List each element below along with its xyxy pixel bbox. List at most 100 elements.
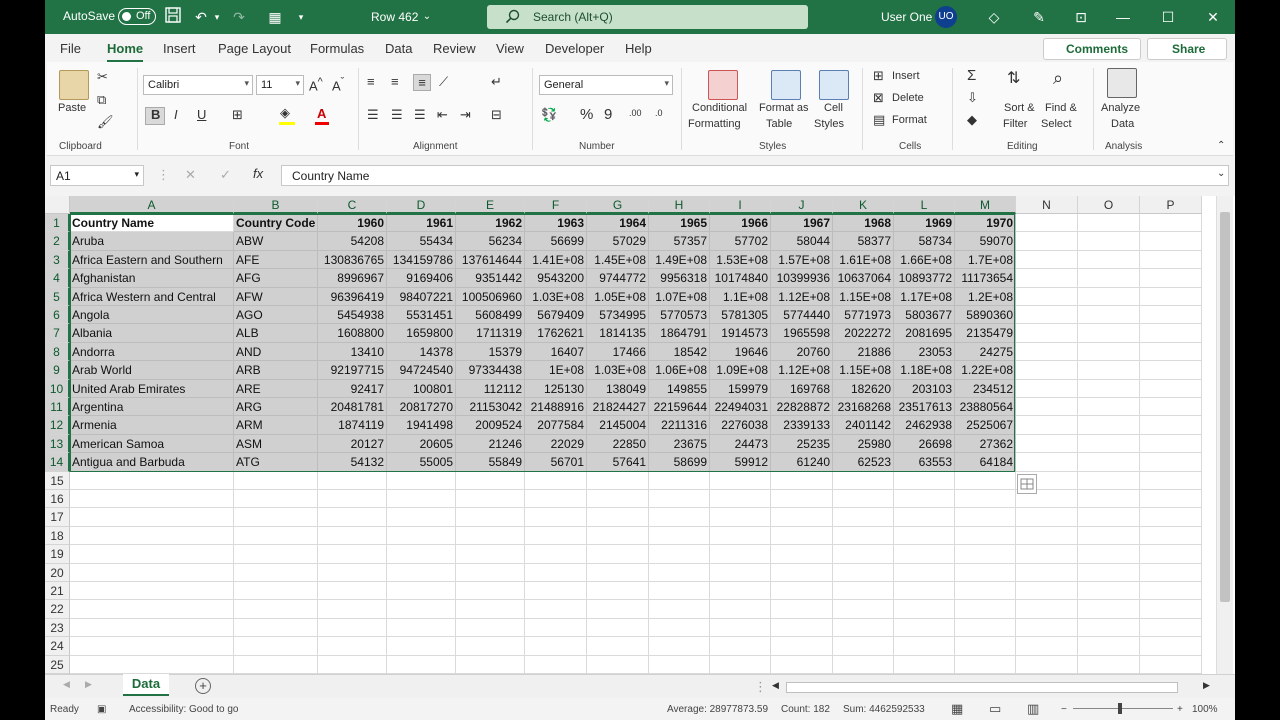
empty-cell[interactable] xyxy=(771,618,833,638)
row-header[interactable]: 18 xyxy=(45,526,70,546)
empty-cell[interactable] xyxy=(771,545,833,564)
status-average[interactable]: Average: 28977873.59 xyxy=(667,704,768,715)
table-cell[interactable]: 55849 xyxy=(456,453,525,472)
zoom-level[interactable]: 100% xyxy=(1192,704,1218,715)
table-cell[interactable]: 56699 xyxy=(525,232,587,251)
table-cell[interactable]: 2339133 xyxy=(771,416,833,435)
accessibility-status[interactable]: Accessibility: Good to go xyxy=(129,704,239,715)
table-cell[interactable]: 1E+08 xyxy=(525,361,587,380)
table-cell[interactable]: 22159644 xyxy=(649,398,710,417)
avatar[interactable]: UO xyxy=(935,6,957,28)
empty-cell[interactable] xyxy=(833,526,894,546)
row-header[interactable]: 6 xyxy=(45,306,70,325)
empty-cell[interactable] xyxy=(771,563,833,582)
table-cell[interactable]: 55434 xyxy=(387,232,456,251)
table-cell[interactable]: 97334438 xyxy=(456,361,525,380)
search-box[interactable]: Search (Alt+Q) xyxy=(487,5,808,29)
column-header-o[interactable]: O xyxy=(1078,196,1140,214)
align-center-icon[interactable]: ☰ xyxy=(391,107,403,123)
empty-cell[interactable] xyxy=(587,490,649,509)
table-cell[interactable]: 2211316 xyxy=(649,416,710,435)
table-cell[interactable]: 1.49E+08 xyxy=(649,250,710,270)
row-header[interactable]: 4 xyxy=(45,269,70,288)
tab-insert[interactable]: Insert xyxy=(163,41,196,56)
table-cell[interactable]: 57029 xyxy=(587,232,649,251)
table-cell[interactable]: 58699 xyxy=(649,453,710,472)
empty-cell[interactable] xyxy=(525,490,587,509)
increase-indent-icon[interactable]: ⇥ xyxy=(460,107,471,123)
empty-cell[interactable] xyxy=(318,563,387,582)
empty-cell[interactable] xyxy=(710,508,771,527)
empty-cell[interactable] xyxy=(649,600,710,619)
row-header[interactable]: 8 xyxy=(45,342,70,362)
table-cell[interactable]: 5531451 xyxy=(387,306,456,325)
empty-cell[interactable] xyxy=(1016,545,1078,564)
empty-cell[interactable] xyxy=(1016,287,1078,306)
delete-cells-icon[interactable]: ⊠ xyxy=(873,90,884,106)
insert-function-icon[interactable]: fx xyxy=(253,166,263,181)
empty-cell[interactable] xyxy=(1078,361,1140,380)
header-cell[interactable]: 1960 xyxy=(318,214,387,233)
empty-cell[interactable] xyxy=(649,526,710,546)
delete-label[interactable]: Delete xyxy=(892,92,924,104)
align-bottom-icon[interactable]: ≡ xyxy=(413,74,431,91)
empty-cell[interactable] xyxy=(318,600,387,619)
insert-cells-icon[interactable]: ⊞ xyxy=(873,68,884,84)
table-cell[interactable]: 5890360 xyxy=(955,306,1016,325)
empty-cell[interactable] xyxy=(234,490,318,509)
row-header[interactable]: 14 xyxy=(45,453,70,472)
empty-cell[interactable] xyxy=(771,508,833,527)
empty-cell[interactable] xyxy=(234,600,318,619)
empty-cell[interactable] xyxy=(1078,453,1140,472)
table-cell[interactable]: 5771973 xyxy=(833,306,894,325)
empty-cell[interactable] xyxy=(1140,416,1202,435)
empty-cell[interactable] xyxy=(70,545,234,564)
autosave-toggle[interactable]: Off xyxy=(118,8,156,25)
empty-cell[interactable] xyxy=(955,637,1016,656)
empty-cell[interactable] xyxy=(1016,306,1078,325)
analyze-data-icon[interactable] xyxy=(1107,68,1137,98)
sheet-tab-data[interactable]: Data xyxy=(123,674,169,696)
column-header-l[interactable]: L xyxy=(894,196,955,214)
table-cell[interactable]: 23053 xyxy=(894,342,955,362)
column-header-j[interactable]: J xyxy=(771,196,833,214)
empty-cell[interactable] xyxy=(710,655,771,674)
empty-cell[interactable] xyxy=(833,508,894,527)
empty-cell[interactable] xyxy=(1078,342,1140,362)
table-cell[interactable]: 5734995 xyxy=(587,306,649,325)
header-cell[interactable]: Country Code xyxy=(234,214,318,233)
undo-dropdown-icon[interactable]: ▾ xyxy=(207,7,227,27)
empty-cell[interactable] xyxy=(894,655,955,674)
empty-cell[interactable] xyxy=(318,471,387,490)
empty-cell[interactable] xyxy=(710,582,771,601)
comments-button[interactable]: Comments xyxy=(1043,38,1141,60)
align-top-icon[interactable]: ≡ xyxy=(367,74,375,89)
minimize-icon[interactable]: — xyxy=(1101,0,1145,34)
table-cell[interactable]: 9543200 xyxy=(525,269,587,288)
analyze-data-label-1[interactable]: Analyze xyxy=(1101,102,1140,114)
empty-cell[interactable] xyxy=(1078,490,1140,509)
table-cell[interactable]: 24473 xyxy=(710,434,771,454)
table-cell[interactable]: 59070 xyxy=(955,232,1016,251)
empty-cell[interactable] xyxy=(1140,508,1202,527)
empty-cell[interactable] xyxy=(456,471,525,490)
empty-cell[interactable] xyxy=(649,618,710,638)
empty-cell[interactable] xyxy=(1078,434,1140,454)
table-cell[interactable]: 56234 xyxy=(456,232,525,251)
table-cell[interactable]: 100801 xyxy=(387,379,456,398)
table-cell[interactable]: 9744772 xyxy=(587,269,649,288)
table-cell[interactable]: 14378 xyxy=(387,342,456,362)
table-cell[interactable]: 58377 xyxy=(833,232,894,251)
tab-formulas[interactable]: Formulas xyxy=(310,41,364,56)
align-right-icon[interactable]: ☰ xyxy=(414,107,426,123)
table-cell[interactable]: 20760 xyxy=(771,342,833,362)
header-cell[interactable]: 1969 xyxy=(894,214,955,233)
table-cell[interactable]: 23880564 xyxy=(955,398,1016,417)
table-cell[interactable]: 1.15E+08 xyxy=(833,361,894,380)
cell-styles-label-1[interactable]: Cell xyxy=(824,102,843,114)
table-cell[interactable]: 169768 xyxy=(771,379,833,398)
empty-cell[interactable] xyxy=(1016,526,1078,546)
table-cell[interactable]: 1.57E+08 xyxy=(771,250,833,270)
empty-cell[interactable] xyxy=(587,655,649,674)
table-cell[interactable]: 1659800 xyxy=(387,324,456,343)
